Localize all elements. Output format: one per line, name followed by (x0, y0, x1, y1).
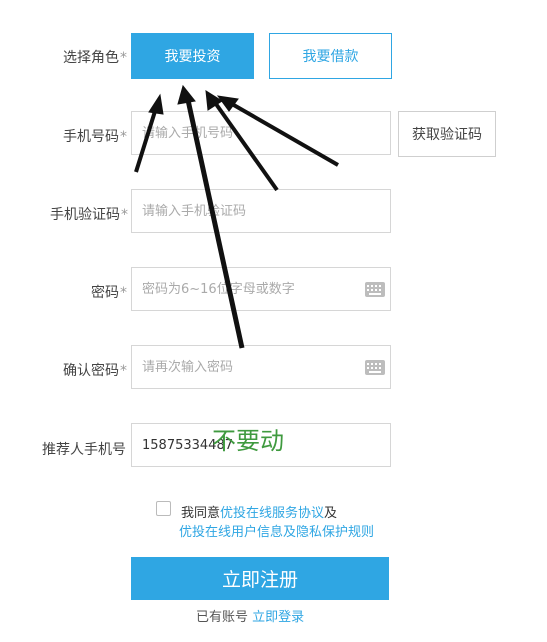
phone-input[interactable] (132, 112, 390, 154)
required-mark: * (120, 129, 127, 145)
login-line: 已有账号 立即登录 (196, 606, 304, 625)
privacy-policy-link[interactable]: 优投在线用户信息及隐私保护规则 (179, 525, 374, 540)
required-mark: * (120, 363, 127, 379)
agreement-checkbox[interactable] (156, 501, 171, 516)
keyboard-icon[interactable] (365, 360, 385, 375)
sms-label: 手机验证码* (50, 204, 128, 224)
annotation-note: 不要动 (212, 427, 284, 455)
password-field (131, 267, 391, 311)
login-prefix: 已有账号 (196, 610, 249, 625)
required-mark: * (121, 207, 128, 223)
agreement-line-1: 我同意优投在线服务协议及 (181, 502, 337, 521)
arrow-4-head (216, 95, 239, 112)
role-label: 选择角色* (63, 47, 127, 67)
sms-field (131, 189, 391, 233)
annotation-arrows (134, 84, 339, 349)
get-code-label: 获取验证码 (412, 127, 482, 143)
confirm-label-text: 确认密码 (63, 363, 119, 379)
agreement-conj: 及 (324, 506, 338, 521)
password-label: 密码* (91, 282, 127, 302)
sms-label-text: 手机验证码 (50, 207, 120, 223)
invest-role-button[interactable]: 我要投资 (131, 33, 254, 79)
phone-label-text: 手机号码 (63, 129, 119, 145)
login-link[interactable]: 立即登录 (252, 610, 304, 625)
role-label-text: 选择角色 (63, 50, 119, 66)
register-label: 立即注册 (221, 569, 298, 591)
referrer-label-text: 推荐人手机号 (42, 442, 126, 458)
phone-label: 手机号码* (63, 126, 127, 146)
password-input[interactable] (132, 268, 390, 310)
required-mark: * (120, 50, 127, 66)
confirm-field (131, 345, 391, 389)
password-label-text: 密码 (91, 285, 119, 301)
borrow-role-button[interactable]: 我要借款 (269, 33, 392, 79)
confirm-input[interactable] (132, 346, 390, 388)
required-mark: * (120, 285, 127, 301)
referrer-label: 推荐人手机号 (42, 439, 126, 459)
sms-input[interactable] (132, 190, 390, 232)
register-button[interactable]: 立即注册 (131, 557, 389, 600)
arrow-3-head (205, 90, 223, 111)
arrow-2-head (177, 84, 196, 105)
phone-field (131, 111, 391, 155)
confirm-label: 确认密码* (63, 360, 127, 380)
service-agreement-link[interactable]: 优投在线服务协议 (220, 506, 324, 521)
keyboard-icon[interactable] (365, 282, 385, 297)
agreement-line-2: 优投在线用户信息及隐私保护规则 (179, 521, 374, 540)
agreement-prefix: 我同意 (181, 506, 221, 521)
get-code-button[interactable]: 获取验证码 (398, 111, 496, 157)
borrow-role-label: 我要借款 (302, 49, 359, 65)
invest-role-label: 我要投资 (164, 49, 221, 65)
